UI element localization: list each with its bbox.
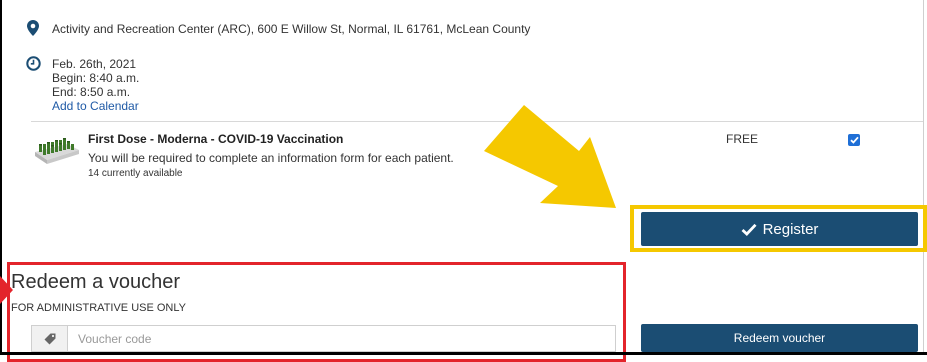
voucher-subheading: FOR ADMINISTRATIVE USE ONLY xyxy=(11,302,187,314)
redeem-voucher-button[interactable]: Redeem voucher xyxy=(641,324,918,352)
product-select-checkbox[interactable] xyxy=(848,134,860,146)
event-date: Feb. 26th, 2021 xyxy=(52,57,137,71)
availability-count: 14 currently available xyxy=(88,168,183,179)
product-price: FREE xyxy=(726,132,759,146)
product-description: You will be required to complete an info… xyxy=(88,151,454,165)
voucher-code-input[interactable] xyxy=(68,325,615,352)
checkmark-icon xyxy=(741,223,757,236)
frame-right-border xyxy=(923,0,924,355)
add-to-calendar-link[interactable]: Add to Calendar xyxy=(52,99,139,113)
event-begin: Begin: 8:40 a.m. xyxy=(52,71,140,85)
tag-icon xyxy=(44,333,55,344)
map-pin-icon xyxy=(27,20,39,36)
yellow-arrow-annotation xyxy=(484,105,616,208)
checkmark-icon xyxy=(849,136,859,144)
voucher-addon xyxy=(32,326,68,351)
voucher-input-group xyxy=(31,325,616,352)
voucher-heading: Redeem a voucher xyxy=(11,271,180,293)
register-button[interactable]: Register xyxy=(641,212,918,246)
product-title: First Dose - Moderna - COVID-19 Vaccinat… xyxy=(88,132,344,146)
register-button-label: Register xyxy=(762,220,819,238)
event-end: End: 8:50 a.m. xyxy=(52,85,131,99)
clock-icon xyxy=(26,56,41,71)
vaccine-vials-image xyxy=(35,138,79,164)
event-location: Activity and Recreation Center (ARC), 60… xyxy=(52,22,531,36)
